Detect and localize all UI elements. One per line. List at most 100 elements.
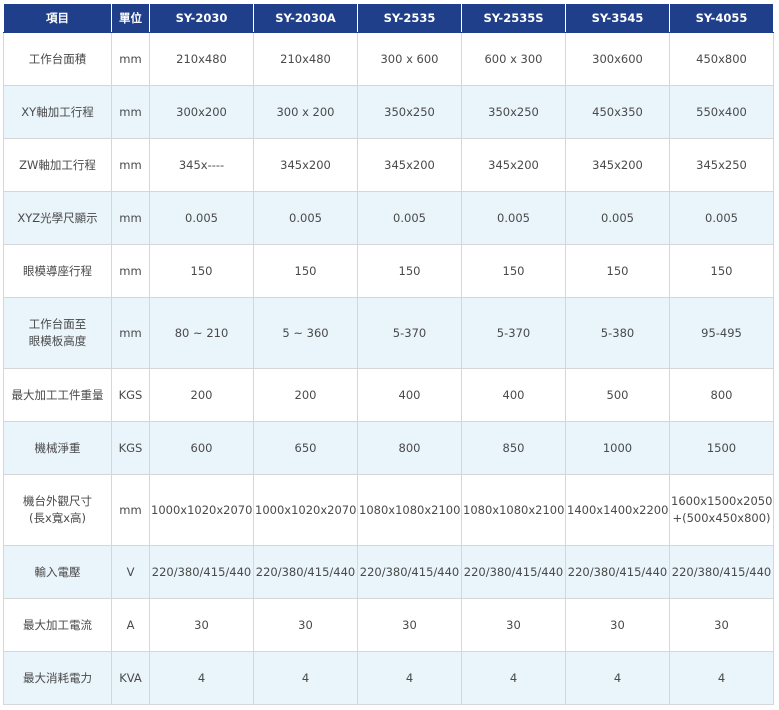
- cell-value: 220/380/415/440: [253, 545, 358, 599]
- cell-value: 4: [565, 651, 670, 705]
- cell-value: 1400x1400x2200: [565, 474, 670, 546]
- row-label: 最大消耗電力: [3, 651, 112, 705]
- cell-value: 150: [565, 244, 670, 298]
- cell-value: 345x200: [253, 138, 358, 192]
- row-label: 最大加工電流: [3, 598, 112, 652]
- row-label-line: 最大加工電流: [23, 617, 92, 632]
- row-unit: mm: [111, 244, 150, 298]
- row-unit: KVA: [111, 651, 150, 705]
- header-model-sy-2535: SY-2535: [357, 3, 462, 33]
- cell-value: 345x200: [357, 138, 462, 192]
- table-body: 工作台面積 mm 210x480 210x480 300 x 600 600 x 300 3…: [3, 32, 774, 705]
- cell-value: 800: [669, 368, 774, 422]
- table-row: 最大加工電流 A 30 30 30 30 30 30: [3, 598, 774, 652]
- row-unit: KGS: [111, 421, 150, 475]
- cell-value: 5-380: [565, 297, 670, 369]
- row-label-line: 眼模導座行程: [23, 263, 92, 278]
- row-unit: mm: [111, 85, 150, 139]
- cell-value: 0.005: [357, 191, 462, 245]
- row-label: 眼模導座行程: [3, 244, 112, 298]
- cell-value: 0.005: [461, 191, 566, 245]
- table-row: 眼模導座行程 mm 150 150 150 150 150 150: [3, 244, 774, 298]
- header-model-sy-2030: SY-2030: [149, 3, 254, 33]
- cell-value: 30: [253, 598, 358, 652]
- cell-value: 1600x1500x2050 +(500x450x800): [669, 474, 774, 546]
- cell-value-line: 1600x1500x2050: [671, 494, 773, 508]
- row-label-line: 最大加工工件重量: [11, 387, 104, 402]
- cell-value: 1000: [565, 421, 670, 475]
- row-label-line: XYZ光學尺顯示: [17, 210, 98, 225]
- row-unit: A: [111, 598, 150, 652]
- cell-value: 0.005: [669, 191, 774, 245]
- row-unit: V: [111, 545, 150, 599]
- row-label-line: 工作台面積: [28, 51, 87, 66]
- spec-table-container: 項目 單位 SY-2030 SY-2030A SY-2535 SY-2535S SY-354…: [3, 3, 774, 705]
- row-unit: mm: [111, 191, 150, 245]
- spec-table: 項目 單位 SY-2030 SY-2030A SY-2535 SY-2535S SY-354…: [3, 3, 774, 705]
- cell-value: 1000x1020x2070: [149, 474, 254, 546]
- table-row: ZW軸加工行程 mm 345x---- 345x200 345x200 345x200 34…: [3, 138, 774, 192]
- row-unit: mm: [111, 138, 150, 192]
- cell-value: 5-370: [461, 297, 566, 369]
- cell-value: 400: [461, 368, 566, 422]
- cell-value: 210x480: [149, 32, 254, 86]
- row-unit: mm: [111, 474, 150, 546]
- cell-value: 30: [461, 598, 566, 652]
- cell-value-line: +(500x450x800): [672, 511, 771, 525]
- row-unit: mm: [111, 297, 150, 369]
- cell-value: 400: [357, 368, 462, 422]
- cell-value: 200: [253, 368, 358, 422]
- row-label: ZW軸加工行程: [3, 138, 112, 192]
- header-row: 項目 單位 SY-2030 SY-2030A SY-2535 SY-2535S SY-354…: [3, 3, 774, 33]
- cell-value: 95-495: [669, 297, 774, 369]
- row-label: 機械淨重: [3, 421, 112, 475]
- cell-value: 4: [669, 651, 774, 705]
- cell-value: 650: [253, 421, 358, 475]
- row-label: XYZ光學尺顯示: [3, 191, 112, 245]
- table-row: 機械淨重 KGS 600 650 800 850 1000 1500: [3, 421, 774, 475]
- row-label-line: (長x寬x高): [28, 511, 87, 525]
- cell-value: 150: [357, 244, 462, 298]
- row-unit: mm: [111, 32, 150, 86]
- cell-value: 30: [669, 598, 774, 652]
- cell-value: 450x800: [669, 32, 774, 86]
- cell-value: 5 ~ 360: [253, 297, 358, 369]
- cell-value: 210x480: [253, 32, 358, 86]
- table-row: 輸入電壓 V 220/380/415/440 220/380/415/440 220/3…: [3, 545, 774, 599]
- cell-value: 345x250: [669, 138, 774, 192]
- row-label-line: 輸入電壓: [34, 564, 81, 579]
- cell-value: 220/380/415/440: [565, 545, 670, 599]
- row-unit: KGS: [111, 368, 150, 422]
- cell-value: 800: [357, 421, 462, 475]
- table-row: 最大消耗電力 KVA 4 4 4 4 4 4: [3, 651, 774, 705]
- cell-value: 150: [149, 244, 254, 298]
- cell-value: 0.005: [565, 191, 670, 245]
- row-label-line: 最大消耗電力: [23, 670, 92, 685]
- row-label: 機台外觀尺寸 (長x寬x高): [3, 474, 112, 546]
- row-label-line: 機台外觀尺寸: [23, 494, 92, 508]
- header-unit: 單位: [111, 3, 150, 33]
- table-row: XY軸加工行程 mm 300x200 300 x 200 350x250 350x250 4…: [3, 85, 774, 139]
- row-label-line: 工作台面至: [28, 317, 87, 331]
- cell-value: 30: [357, 598, 462, 652]
- cell-value: 4: [357, 651, 462, 705]
- cell-value: 0.005: [253, 191, 358, 245]
- row-label-line: ZW軸加工行程: [19, 157, 96, 172]
- cell-value: 5-370: [357, 297, 462, 369]
- cell-value: 300x600: [565, 32, 670, 86]
- header-model-sy-2535s: SY-2535S: [461, 3, 566, 33]
- cell-value: 1500: [669, 421, 774, 475]
- row-label-line: XY軸加工行程: [21, 104, 94, 119]
- table-row: 工作台面至 眼模板高度 mm 80 ~ 210 5 ~ 360 5-370 5-370 5-3…: [3, 297, 774, 369]
- header-item: 項目: [3, 3, 112, 33]
- cell-value: 30: [149, 598, 254, 652]
- cell-value: 0.005: [149, 191, 254, 245]
- cell-value: 150: [669, 244, 774, 298]
- cell-value: 220/380/415/440: [669, 545, 774, 599]
- cell-value: 4: [461, 651, 566, 705]
- cell-value: 200: [149, 368, 254, 422]
- cell-value: 450x350: [565, 85, 670, 139]
- cell-value: 150: [253, 244, 358, 298]
- row-label: 工作台面積: [3, 32, 112, 86]
- cell-value: 850: [461, 421, 566, 475]
